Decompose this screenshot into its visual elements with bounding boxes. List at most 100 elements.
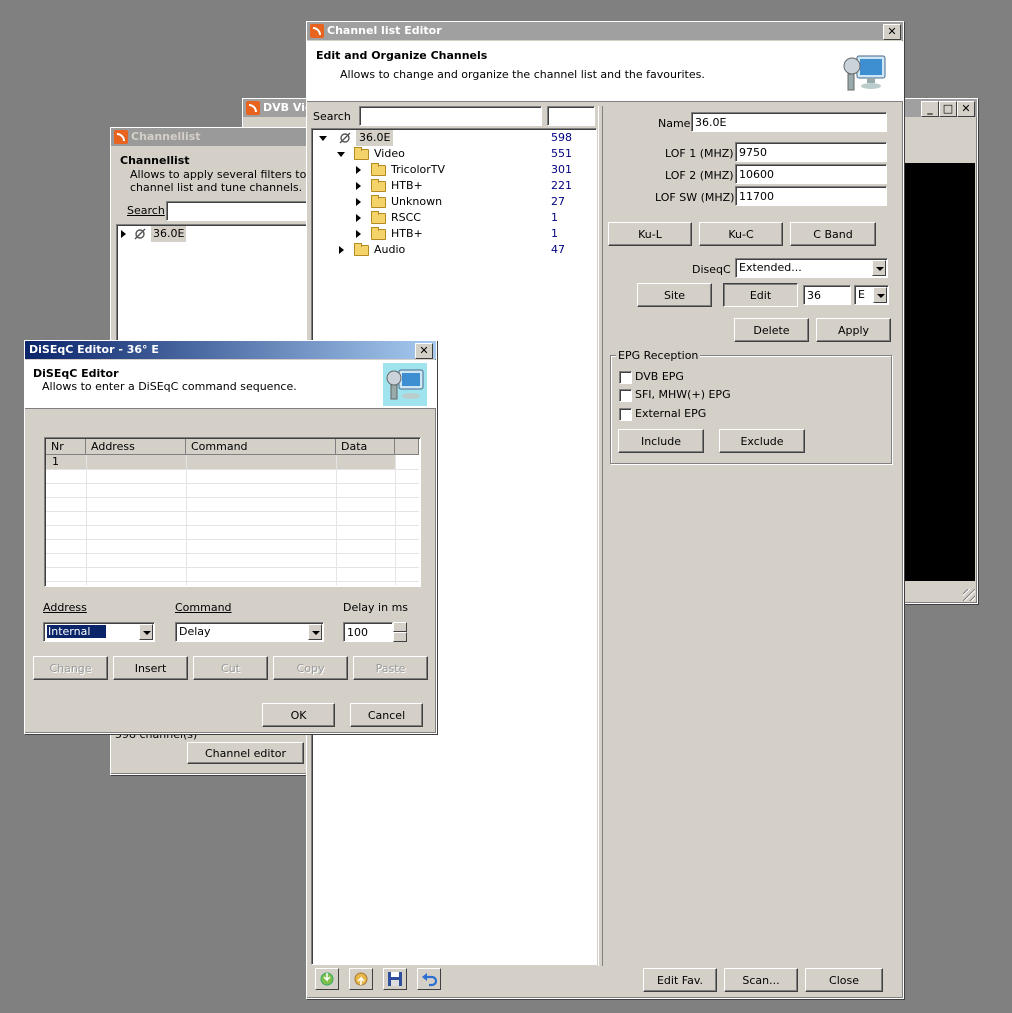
chevron-down-icon[interactable] — [139, 624, 153, 640]
copy-button[interactable]: Copy — [273, 656, 348, 680]
tree-item-video[interactable]: Video 551 — [316, 146, 588, 162]
tree-item-satellite[interactable]: 36.0E 598 — [316, 130, 588, 146]
site-button[interactable]: Site — [637, 283, 712, 307]
chevron-down-icon[interactable] — [308, 624, 322, 640]
delay-input[interactable] — [343, 622, 393, 642]
tree-item-ntv-plus-2[interactable]: НТВ+ 1 — [316, 226, 588, 242]
expand-icon[interactable] — [356, 198, 361, 206]
undo-icon[interactable] — [417, 968, 441, 990]
resize-grip-icon[interactable] — [963, 589, 975, 601]
dvb-viewer-title: DVB Vie — [263, 101, 313, 114]
lofsw-label: LOF SW (MHZ) — [655, 191, 735, 204]
apply-button[interactable]: Apply — [816, 318, 891, 342]
row-nr: 1 — [52, 455, 59, 468]
dvb-epg-checkbox[interactable] — [619, 371, 632, 384]
maximize-icon[interactable]: □ — [939, 101, 957, 117]
computer-icon — [843, 55, 886, 91]
chevron-down-icon[interactable] — [873, 287, 887, 303]
close-icon[interactable]: ✕ — [883, 24, 901, 40]
delete-button[interactable]: Delete — [734, 318, 809, 342]
table-row[interactable]: 1 — [46, 455, 396, 469]
expand-icon[interactable] — [356, 166, 361, 174]
satellite-icon — [339, 132, 351, 144]
scan-button[interactable]: Scan... — [724, 968, 798, 992]
change-button[interactable]: Change — [33, 656, 108, 680]
folder-icon — [354, 147, 369, 160]
tree-item-unknown[interactable]: Unknown 27 — [316, 194, 588, 210]
column-header-filler — [395, 439, 419, 455]
paste-button[interactable]: Paste — [353, 656, 428, 680]
exclude-button[interactable]: Exclude — [719, 429, 805, 453]
channellist-search-input[interactable] — [166, 201, 307, 221]
editor-header-sub: Allows to change and organize the channe… — [340, 68, 705, 81]
ok-button[interactable]: OK — [262, 703, 335, 727]
editor-search-input-2[interactable] — [547, 106, 595, 126]
channellist-title: Channellist — [131, 130, 201, 143]
channellist-titlebar[interactable]: Channellist — [111, 128, 309, 146]
sfi-epg-checkbox[interactable] — [619, 389, 632, 402]
lofsw-input[interactable] — [735, 186, 887, 206]
tree-item-tricolortv[interactable]: TricolorTV 301 — [316, 162, 588, 178]
expand-icon[interactable] — [356, 230, 361, 238]
command-select[interactable]: Delay — [175, 622, 324, 642]
cut-button[interactable]: Cut — [193, 656, 268, 680]
diseqc-titlebar[interactable]: DiSEqC Editor - 36° E ✕ — [25, 341, 436, 359]
app-icon — [310, 24, 324, 38]
editor-search-input[interactable] — [359, 106, 542, 126]
diseqc-editor-window: DiSEqC Editor - 36° E ✕ DiSEqC Editor Al… — [24, 340, 437, 734]
name-input[interactable] — [691, 112, 887, 132]
spin-up-icon[interactable] — [393, 622, 407, 632]
expand-icon[interactable] — [121, 230, 126, 238]
tree-item-ntv-plus[interactable]: НТВ+ 221 — [316, 178, 588, 194]
external-epg-checkbox[interactable] — [619, 408, 632, 421]
edit-button[interactable]: Edit — [723, 283, 798, 307]
splitter[interactable] — [598, 106, 603, 966]
channellist-tree[interactable]: 36.0E — [116, 224, 308, 346]
expand-icon[interactable] — [356, 182, 361, 190]
ku-c-button[interactable]: Ku-C — [699, 222, 783, 246]
chevron-down-icon[interactable] — [872, 260, 886, 276]
direction-select[interactable]: E — [854, 285, 889, 305]
collapse-icon[interactable] — [319, 136, 327, 141]
satellite-icon — [134, 228, 146, 240]
diseqc-header-sub: Allows to enter a DiSEqC command sequenc… — [42, 380, 297, 393]
cancel-button[interactable]: Cancel — [350, 703, 423, 727]
lof2-input[interactable] — [735, 164, 887, 184]
folder-icon — [371, 195, 386, 208]
column-header-address[interactable]: Address — [86, 439, 186, 455]
column-header-nr[interactable]: Nr — [46, 439, 86, 455]
collapse-icon[interactable] — [337, 152, 345, 157]
spin-down-icon[interactable] — [393, 632, 407, 642]
lof1-input[interactable] — [735, 142, 887, 162]
tree-item-audio[interactable]: Audio 47 — [316, 242, 588, 258]
expand-icon[interactable] — [339, 246, 344, 254]
video-display[interactable] — [905, 163, 975, 581]
tree-item-rscc[interactable]: RSCC 1 — [316, 210, 588, 226]
close-button[interactable]: Close — [805, 968, 883, 992]
close-icon[interactable]: ✕ — [415, 343, 433, 359]
epg-group-label: EPG Reception — [616, 349, 701, 362]
diseqc-command-grid[interactable]: Nr Address Command Data 1 — [44, 437, 421, 587]
expand-icon[interactable] — [356, 214, 361, 222]
editor-titlebar[interactable]: Channel list Editor ✕ — [307, 22, 903, 40]
minimize-icon[interactable]: _ — [921, 101, 939, 117]
import-icon[interactable] — [315, 968, 339, 990]
c-band-button[interactable]: C Band — [790, 222, 876, 246]
lof1-label: LOF 1 (MHZ) — [665, 147, 734, 160]
folder-icon — [371, 179, 386, 192]
edit-fav-button[interactable]: Edit Fav. — [643, 968, 717, 992]
export-icon[interactable] — [349, 968, 373, 990]
save-icon[interactable] — [383, 968, 407, 990]
channel-editor-button[interactable]: Channel editor — [187, 742, 304, 764]
diseqc-label: DiseqC — [692, 263, 731, 276]
column-header-command[interactable]: Command — [186, 439, 336, 455]
close-icon[interactable]: ✕ — [957, 101, 975, 117]
address-select[interactable]: Internal — [43, 622, 155, 642]
include-button[interactable]: Include — [618, 429, 704, 453]
diseqc-select[interactable]: Extended... — [735, 258, 888, 278]
position-input[interactable] — [803, 285, 851, 305]
column-header-data[interactable]: Data — [336, 439, 395, 455]
insert-button[interactable]: Insert — [113, 656, 188, 680]
delay-spinner[interactable] — [393, 622, 407, 642]
ku-l-button[interactable]: Ku-L — [608, 222, 692, 246]
